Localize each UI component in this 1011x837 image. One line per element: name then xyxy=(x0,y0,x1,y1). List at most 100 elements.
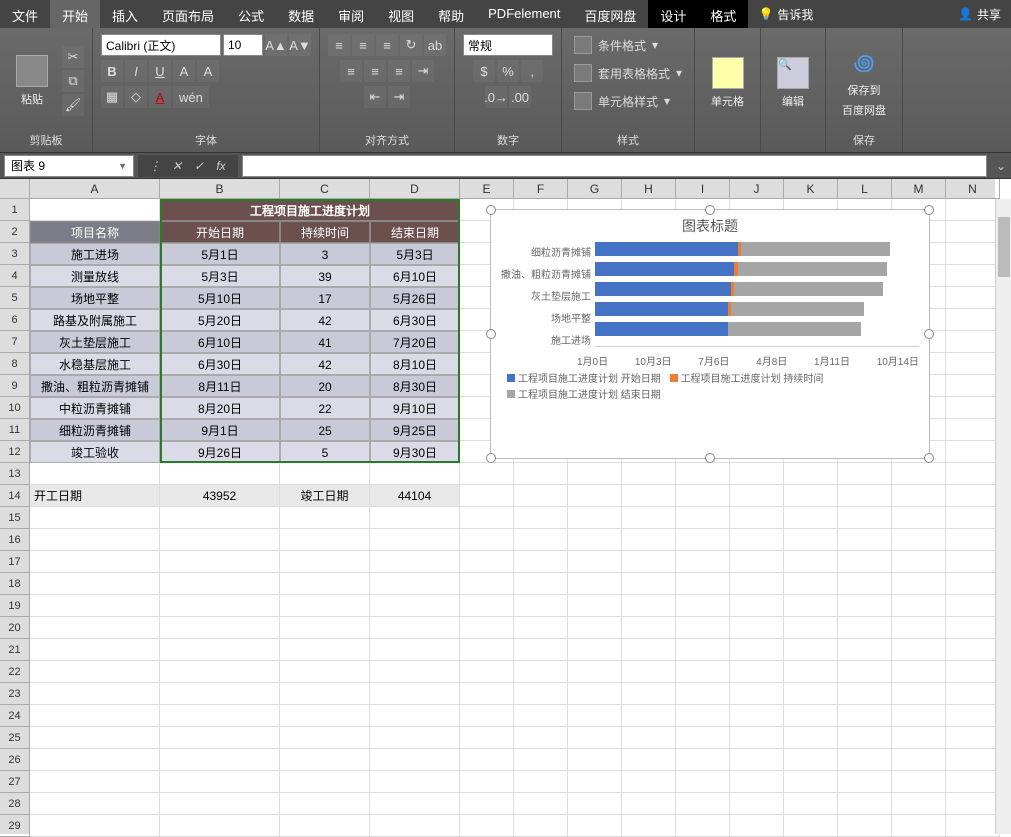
cell-B22[interactable] xyxy=(160,661,280,683)
tab-help[interactable]: 帮助 xyxy=(426,0,476,28)
tab-home[interactable]: 开始 xyxy=(50,0,100,28)
cell-J24[interactable] xyxy=(730,705,784,727)
font-increase-button[interactable]: A xyxy=(173,60,195,82)
cell-B18[interactable] xyxy=(160,573,280,595)
cell-I13[interactable] xyxy=(676,463,730,485)
row-header-19[interactable]: 19 xyxy=(0,595,30,617)
cell-F22[interactable] xyxy=(514,661,568,683)
cell-B3[interactable]: 5月1日 xyxy=(160,243,280,265)
cell-A7[interactable]: 灰土垫层施工 xyxy=(30,331,160,353)
decimal-increase-button[interactable]: .0→ xyxy=(485,86,507,108)
cell-K18[interactable] xyxy=(784,573,838,595)
cell-N4[interactable] xyxy=(946,265,1000,287)
row-header-20[interactable]: 20 xyxy=(0,617,30,639)
cell-H26[interactable] xyxy=(622,749,676,771)
cell-N9[interactable] xyxy=(946,375,1000,397)
cell-F19[interactable] xyxy=(514,595,568,617)
cell-M17[interactable] xyxy=(892,551,946,573)
cell-G25[interactable] xyxy=(568,727,622,749)
cell-A3[interactable]: 施工进场 xyxy=(30,243,160,265)
cell-G26[interactable] xyxy=(568,749,622,771)
cell-B1[interactable]: 工程项目施工进度计划 xyxy=(160,199,460,221)
cell-J16[interactable] xyxy=(730,529,784,551)
cell-A15[interactable] xyxy=(30,507,160,529)
cell-J20[interactable] xyxy=(730,617,784,639)
cell-L27[interactable] xyxy=(838,771,892,793)
font-size-select[interactable] xyxy=(223,34,263,56)
cell-D19[interactable] xyxy=(370,595,460,617)
cell-N1[interactable] xyxy=(946,199,1000,221)
row-header-14[interactable]: 14 xyxy=(0,485,30,507)
cell-D17[interactable] xyxy=(370,551,460,573)
cell-C7[interactable]: 41 xyxy=(280,331,370,353)
cell-J25[interactable] xyxy=(730,727,784,749)
cell-A14[interactable]: 开工日期 xyxy=(30,485,160,507)
cell-B14[interactable]: 43952 xyxy=(160,485,280,507)
cell-C4[interactable]: 39 xyxy=(280,265,370,287)
cell-A26[interactable] xyxy=(30,749,160,771)
cell-M24[interactable] xyxy=(892,705,946,727)
copy-button[interactable]: ⧉ xyxy=(62,70,84,92)
cell-I21[interactable] xyxy=(676,639,730,661)
merge-button[interactable]: ⇥ xyxy=(412,60,434,82)
resize-handle-tm[interactable] xyxy=(705,205,715,215)
cell-N27[interactable] xyxy=(946,771,1000,793)
cell-I25[interactable] xyxy=(676,727,730,749)
fx-button[interactable]: fx xyxy=(210,159,232,173)
cell-A12[interactable]: 竣工验收 xyxy=(30,441,160,463)
cell-M21[interactable] xyxy=(892,639,946,661)
cell-B24[interactable] xyxy=(160,705,280,727)
cell-E23[interactable] xyxy=(460,683,514,705)
row-header-4[interactable]: 4 xyxy=(0,265,30,287)
cell-A19[interactable] xyxy=(30,595,160,617)
cell-A2[interactable]: 项目名称 xyxy=(30,221,160,243)
cell-N15[interactable] xyxy=(946,507,1000,529)
row-header-5[interactable]: 5 xyxy=(0,287,30,309)
cell-H18[interactable] xyxy=(622,573,676,595)
italic-button[interactable]: I xyxy=(125,60,147,82)
cell-N25[interactable] xyxy=(946,727,1000,749)
cell-G19[interactable] xyxy=(568,595,622,617)
row-header-8[interactable]: 8 xyxy=(0,353,30,375)
col-header-D[interactable]: D xyxy=(370,179,460,199)
cell-L17[interactable] xyxy=(838,551,892,573)
name-box[interactable]: 图表 9 ▼ xyxy=(4,155,134,177)
cell-B6[interactable]: 5月20日 xyxy=(160,309,280,331)
cell-B10[interactable]: 8月20日 xyxy=(160,397,280,419)
tab-format[interactable]: 格式 xyxy=(698,0,748,28)
cell-B15[interactable] xyxy=(160,507,280,529)
cell-M25[interactable] xyxy=(892,727,946,749)
cell-C22[interactable] xyxy=(280,661,370,683)
cell-E22[interactable] xyxy=(460,661,514,683)
align-middle-button[interactable]: ≡ xyxy=(352,34,374,56)
cell-D15[interactable] xyxy=(370,507,460,529)
cell-K24[interactable] xyxy=(784,705,838,727)
cell-F20[interactable] xyxy=(514,617,568,639)
cell-D2[interactable]: 结束日期 xyxy=(370,221,460,243)
cell-C2[interactable]: 持续时间 xyxy=(280,221,370,243)
cell-F24[interactable] xyxy=(514,705,568,727)
cell-E16[interactable] xyxy=(460,529,514,551)
cell-F13[interactable] xyxy=(514,463,568,485)
fill-color-button[interactable]: ◇ xyxy=(125,86,147,108)
indent-increase-button[interactable]: ⇥ xyxy=(388,86,410,108)
cell-C10[interactable]: 22 xyxy=(280,397,370,419)
vertical-scrollbar[interactable] xyxy=(995,199,1011,834)
cell-G27[interactable] xyxy=(568,771,622,793)
cell-N2[interactable] xyxy=(946,221,1000,243)
cell-N10[interactable] xyxy=(946,397,1000,419)
col-header-M[interactable]: M xyxy=(892,179,946,199)
bold-button[interactable]: B xyxy=(101,60,123,82)
cell-C21[interactable] xyxy=(280,639,370,661)
cell-L19[interactable] xyxy=(838,595,892,617)
cells-button[interactable]: 单元格 xyxy=(703,53,752,113)
cell-L25[interactable] xyxy=(838,727,892,749)
cell-A21[interactable] xyxy=(30,639,160,661)
cell-E18[interactable] xyxy=(460,573,514,595)
cell-G28[interactable] xyxy=(568,793,622,815)
cell-A25[interactable] xyxy=(30,727,160,749)
cell-N8[interactable] xyxy=(946,353,1000,375)
cell-C15[interactable] xyxy=(280,507,370,529)
cell-A28[interactable] xyxy=(30,793,160,815)
cell-M20[interactable] xyxy=(892,617,946,639)
